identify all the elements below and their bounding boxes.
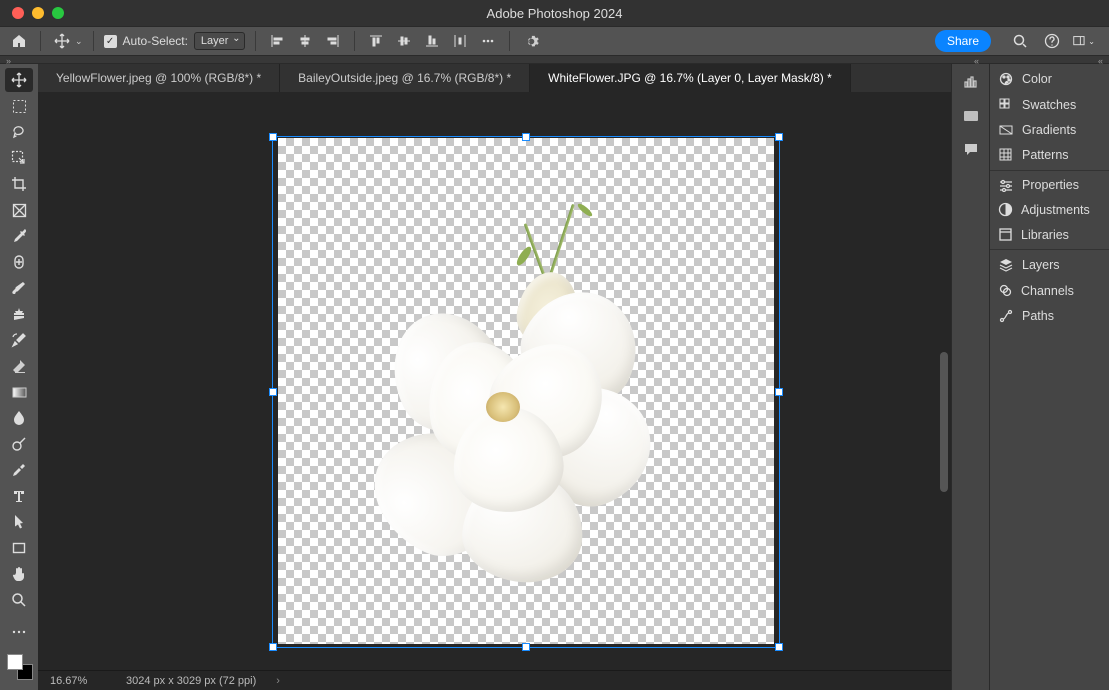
object-select-tool[interactable] xyxy=(5,146,33,170)
tools-panel xyxy=(0,64,38,690)
tab-baileyoutside[interactable]: BaileyOutside.jpeg @ 16.7% (RGB/8*) * xyxy=(280,64,530,92)
document-area: YellowFlower.jpeg @ 100% (RGB/8*) * Bail… xyxy=(38,64,951,690)
zoom-field[interactable]: 16.67% xyxy=(50,675,106,687)
more-options-icon[interactable] xyxy=(477,30,499,52)
align-bottom-icon[interactable] xyxy=(421,30,443,52)
eraser-tool[interactable] xyxy=(5,354,33,378)
close-window-button[interactable] xyxy=(12,7,24,19)
vertical-scrollbar[interactable] xyxy=(939,152,949,650)
minimize-window-button[interactable] xyxy=(32,7,44,19)
handle-tl[interactable] xyxy=(269,133,277,141)
panel-properties[interactable]: Properties xyxy=(990,173,1109,197)
move-tool[interactable] xyxy=(5,68,33,92)
distribute-icon[interactable] xyxy=(449,30,471,52)
align-right-icon[interactable] xyxy=(322,30,344,52)
canvas[interactable] xyxy=(38,92,951,670)
panel-paths[interactable]: Paths xyxy=(990,303,1109,329)
home-button[interactable] xyxy=(8,30,30,52)
tab-yellowflower[interactable]: YellowFlower.jpeg @ 100% (RGB/8*) * xyxy=(38,64,280,92)
auto-select-label: Auto-Select: xyxy=(123,34,188,48)
right-panels: Color Swatches Gradients Patterns Proper… xyxy=(989,64,1109,690)
title-bar: Adobe Photoshop 2024 xyxy=(0,0,1109,26)
blur-tool[interactable] xyxy=(5,406,33,430)
workspace-switcher-icon[interactable]: ⌄ xyxy=(1073,30,1095,52)
gear-icon[interactable] xyxy=(520,30,542,52)
history-brush-tool[interactable] xyxy=(5,328,33,352)
handle-ml[interactable] xyxy=(269,388,277,396)
comments-icon[interactable] xyxy=(961,140,981,160)
history-icon[interactable] xyxy=(961,106,981,126)
panel-adjustments[interactable]: Adjustments xyxy=(990,197,1109,222)
rectangle-tool[interactable] xyxy=(5,536,33,560)
marquee-tool[interactable] xyxy=(5,94,33,118)
panel-channels[interactable]: Channels xyxy=(990,278,1109,303)
search-icon[interactable] xyxy=(1009,30,1031,52)
path-select-tool[interactable] xyxy=(5,510,33,534)
eyedropper-tool[interactable] xyxy=(5,224,33,248)
pen-tool[interactable] xyxy=(5,458,33,482)
panel-libraries[interactable]: Libraries xyxy=(990,222,1109,247)
histogram-icon[interactable] xyxy=(961,72,981,92)
healing-brush-tool[interactable] xyxy=(5,250,33,274)
transform-bounds[interactable] xyxy=(272,136,780,648)
status-bar: 16.67% 3024 px x 3029 px (72 ppi) › xyxy=(38,670,951,690)
options-bar: ⌄ ✓ Auto-Select: Layer Share ⌄ xyxy=(0,26,1109,56)
document-tabs: YellowFlower.jpeg @ 100% (RGB/8*) * Bail… xyxy=(38,64,951,92)
panel-layers[interactable]: Layers xyxy=(990,252,1109,278)
brush-tool[interactable] xyxy=(5,276,33,300)
hand-tool[interactable] xyxy=(5,562,33,586)
maximize-window-button[interactable] xyxy=(52,7,64,19)
app-title: Adobe Photoshop 2024 xyxy=(0,6,1109,21)
clone-stamp-tool[interactable] xyxy=(5,302,33,326)
panel-patterns[interactable]: Patterns xyxy=(990,142,1109,168)
handle-bl[interactable] xyxy=(269,643,277,651)
edit-toolbar-icon[interactable] xyxy=(5,620,33,644)
handle-br[interactable] xyxy=(775,643,783,651)
gradient-tool[interactable] xyxy=(5,380,33,404)
tab-whiteflower[interactable]: WhiteFlower.JPG @ 16.7% (Layer 0, Layer … xyxy=(530,64,851,92)
handle-bm[interactable] xyxy=(522,643,530,651)
doc-info[interactable]: 3024 px x 3029 px (72 ppi) xyxy=(126,675,256,687)
handle-tr[interactable] xyxy=(775,133,783,141)
type-tool[interactable] xyxy=(5,484,33,508)
share-button[interactable]: Share xyxy=(935,30,991,52)
lasso-tool[interactable] xyxy=(5,120,33,144)
align-hcenter-icon[interactable] xyxy=(294,30,316,52)
collapsed-panel-rail xyxy=(951,64,989,690)
handle-tm[interactable] xyxy=(522,133,530,141)
frame-tool[interactable] xyxy=(5,198,33,222)
window-controls xyxy=(0,7,64,19)
auto-select-checkbox[interactable]: ✓ xyxy=(104,35,117,48)
crop-tool[interactable] xyxy=(5,172,33,196)
auto-select-dropdown[interactable]: Layer xyxy=(194,32,246,50)
zoom-tool[interactable] xyxy=(5,588,33,612)
dodge-tool[interactable] xyxy=(5,432,33,456)
help-icon[interactable] xyxy=(1041,30,1063,52)
status-chevron-icon[interactable]: › xyxy=(276,675,280,687)
handle-mr[interactable] xyxy=(775,388,783,396)
collapse-strip-top[interactable]: » « « xyxy=(0,56,1109,64)
align-vcenter-icon[interactable] xyxy=(393,30,415,52)
align-left-icon[interactable] xyxy=(266,30,288,52)
panel-gradients[interactable]: Gradients xyxy=(990,118,1109,142)
move-tool-icon[interactable] xyxy=(51,30,73,52)
panel-color[interactable]: Color xyxy=(990,66,1109,92)
align-top-icon[interactable] xyxy=(365,30,387,52)
color-swatches[interactable] xyxy=(5,652,33,680)
panel-swatches[interactable]: Swatches xyxy=(990,92,1109,118)
